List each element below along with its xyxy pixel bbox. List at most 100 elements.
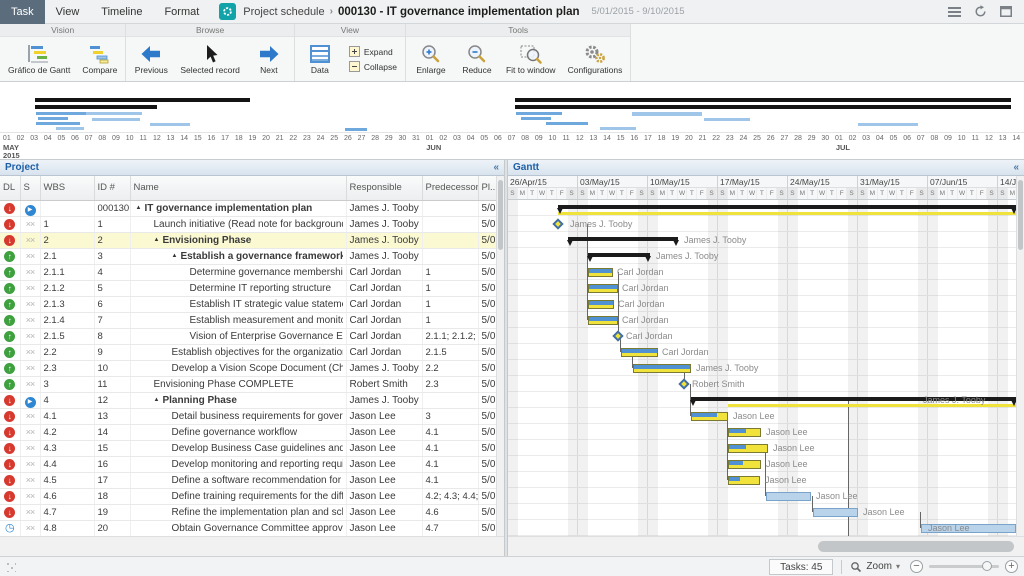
task-bar[interactable]: [728, 460, 761, 469]
collapse-triangle-icon[interactable]: ▲: [154, 393, 160, 408]
week-column-header[interactable]: 07/Jun/15SMTWTFS: [928, 176, 998, 200]
collapse-button[interactable]: Collapse: [349, 61, 397, 72]
enlarge-button[interactable]: Enlarge: [409, 39, 453, 79]
milestone-diamond[interactable]: [612, 330, 623, 341]
task-bar[interactable]: [633, 364, 691, 373]
breadcrumb[interactable]: Project schedule: [243, 6, 324, 18]
tab-view[interactable]: View: [45, 0, 91, 24]
task-row[interactable]: ↓▶412▲Planning PhaseJames J. Tooby5/0: [0, 392, 504, 408]
responsible-cell: Jason Lee: [346, 456, 422, 472]
column-header-dl[interactable]: DL: [0, 176, 20, 200]
tab-format[interactable]: Format: [153, 0, 210, 24]
summary-bar[interactable]: [568, 237, 678, 241]
task-bar[interactable]: [728, 444, 768, 453]
task-row[interactable]: ↑××2.310Develop a Vision Scope Document …: [0, 360, 504, 376]
task-bar[interactable]: [766, 492, 811, 501]
week-column-header[interactable]: 14/Jun/15SMTWTFS: [998, 176, 1016, 200]
magnifier-icon: [850, 561, 862, 573]
gantt-chart-button[interactable]: Gráfico de Gantt: [3, 39, 75, 79]
week-column-header[interactable]: 31/May/15SMTWTFS: [858, 176, 928, 200]
task-row[interactable]: ↓××4.113Detail business requirements for…: [0, 408, 504, 424]
list-view-icon[interactable]: [944, 4, 964, 20]
column-header-name[interactable]: Name: [130, 176, 346, 200]
fit-to-window-button[interactable]: Fit to window: [501, 39, 561, 79]
week-column-header[interactable]: 26/Apr/15SMTWTFS: [508, 176, 578, 200]
timeline-overview[interactable]: 0102030405060708091011121314151617181920…: [0, 82, 1024, 160]
scrollbar-thumb[interactable]: [818, 541, 1014, 552]
column-header-s[interactable]: S: [20, 176, 40, 200]
project-vertical-scrollbar[interactable]: [496, 176, 504, 536]
task-row[interactable]: ↓××4.214Define governance workflowJason …: [0, 424, 504, 440]
week-column-header[interactable]: 24/May/15SMTWTFS: [788, 176, 858, 200]
milestone-diamond[interactable]: [552, 218, 563, 229]
scrollbar-thumb[interactable]: [498, 180, 503, 250]
task-bar[interactable]: [813, 508, 858, 517]
maximize-icon[interactable]: [996, 4, 1016, 20]
column-header-id[interactable]: ID #: [94, 176, 130, 200]
gantt-vertical-scrollbar[interactable]: [1016, 176, 1024, 536]
collapse-triangle-icon[interactable]: ▲: [136, 201, 142, 216]
task-row[interactable]: ↑××2.13▲Establish a governance framework…: [0, 248, 504, 264]
summary-bar[interactable]: [558, 205, 1016, 209]
task-bar[interactable]: [621, 348, 658, 357]
compare-button[interactable]: Compare: [77, 39, 122, 79]
column-header-wbs[interactable]: WBS: [40, 176, 94, 200]
zoom-out-button[interactable]: −: [910, 560, 923, 573]
week-column-header[interactable]: 17/May/15SMTWTFS: [718, 176, 788, 200]
zoom-slider-handle[interactable]: [982, 561, 992, 571]
task-bar[interactable]: [691, 412, 728, 421]
data-button[interactable]: Data: [298, 39, 342, 79]
refresh-icon[interactable]: [970, 4, 990, 20]
gantt-horizontal-scrollbar[interactable]: [508, 536, 1024, 556]
task-row[interactable]: ↓××4.618Define training requirements for…: [0, 488, 504, 504]
week-column-header[interactable]: 03/May/15SMTWTFS: [578, 176, 648, 200]
task-row[interactable]: ↑××2.29Establish objectives for the orga…: [0, 344, 504, 360]
task-row[interactable]: ↓××4.315Develop Business Case guidelines…: [0, 440, 504, 456]
gantt-body[interactable]: James J. ToobyJames J. ToobyJames J. Too…: [508, 200, 1016, 536]
collapse-triangle-icon[interactable]: ▲: [172, 249, 178, 264]
task-row[interactable]: ↓××4.517Define a software recommendation…: [0, 472, 504, 488]
task-row[interactable]: ↓××4.416Develop monitoring and reporting…: [0, 456, 504, 472]
task-bar[interactable]: [728, 476, 760, 485]
collapse-triangle-icon[interactable]: ▲: [154, 233, 160, 248]
ruler-day: 05: [55, 133, 69, 144]
progress-fill: [729, 445, 746, 449]
selected-record-button[interactable]: Selected record: [175, 39, 245, 79]
task-bar[interactable]: [588, 316, 618, 325]
collapse-project-panel-icon[interactable]: «: [493, 163, 499, 173]
week-column-header[interactable]: 10/May/15SMTWTFS: [648, 176, 718, 200]
next-button[interactable]: Next: [247, 39, 291, 79]
task-row[interactable]: ↑××2.1.36Establish IT strategic value st…: [0, 296, 504, 312]
task-row[interactable]: ↓××22▲Envisioning PhaseJames J. Tooby5/0: [0, 232, 504, 248]
tab-timeline[interactable]: Timeline: [90, 0, 153, 24]
collapse-gantt-panel-icon[interactable]: «: [1013, 163, 1019, 173]
task-row[interactable]: ↑××2.1.47Establish measurement and monit…: [0, 312, 504, 328]
column-header-responsible[interactable]: Responsible: [346, 176, 422, 200]
zoom-slider[interactable]: [929, 565, 999, 568]
milestone-diamond[interactable]: [678, 378, 689, 389]
previous-button[interactable]: Previous: [129, 39, 173, 79]
progress-fill: [589, 317, 617, 321]
task-bar[interactable]: [588, 268, 613, 277]
reduce-button[interactable]: Reduce: [455, 39, 499, 79]
task-row[interactable]: ↓××11Launch initiative (Read note for ba…: [0, 216, 504, 232]
summary-bar[interactable]: [588, 253, 650, 257]
task-bar[interactable]: [588, 284, 618, 293]
task-row[interactable]: ◷××4.820Obtain Governance Committee appr…: [0, 520, 504, 536]
task-bar[interactable]: [588, 300, 614, 309]
task-bar[interactable]: [728, 428, 761, 437]
task-row[interactable]: ↑××311Envisioning Phase COMPLETERobert S…: [0, 376, 504, 392]
zoom-in-button[interactable]: +: [1005, 560, 1018, 573]
expand-button[interactable]: Expand: [349, 46, 397, 57]
zoom-menu[interactable]: Zoom ▾: [850, 561, 900, 573]
task-row[interactable]: ↓××4.719Refine the implementation plan a…: [0, 504, 504, 520]
task-row[interactable]: ↓▶000130▲IT governance implementation pl…: [0, 200, 504, 216]
column-header-predecessors[interactable]: Predecessors: [422, 176, 478, 200]
tab-task[interactable]: Task: [0, 0, 45, 24]
scrollbar-thumb[interactable]: [1018, 180, 1023, 250]
task-row[interactable]: ↑××2.1.58Vision of Enterprise Governance…: [0, 328, 504, 344]
task-row[interactable]: ↑××2.1.25Determine IT reporting structur…: [0, 280, 504, 296]
task-row[interactable]: ↑××2.1.14Determine governance membership…: [0, 264, 504, 280]
configurations-button[interactable]: Configurations: [563, 39, 628, 79]
project-horizontal-scrollbar[interactable]: [0, 536, 504, 556]
